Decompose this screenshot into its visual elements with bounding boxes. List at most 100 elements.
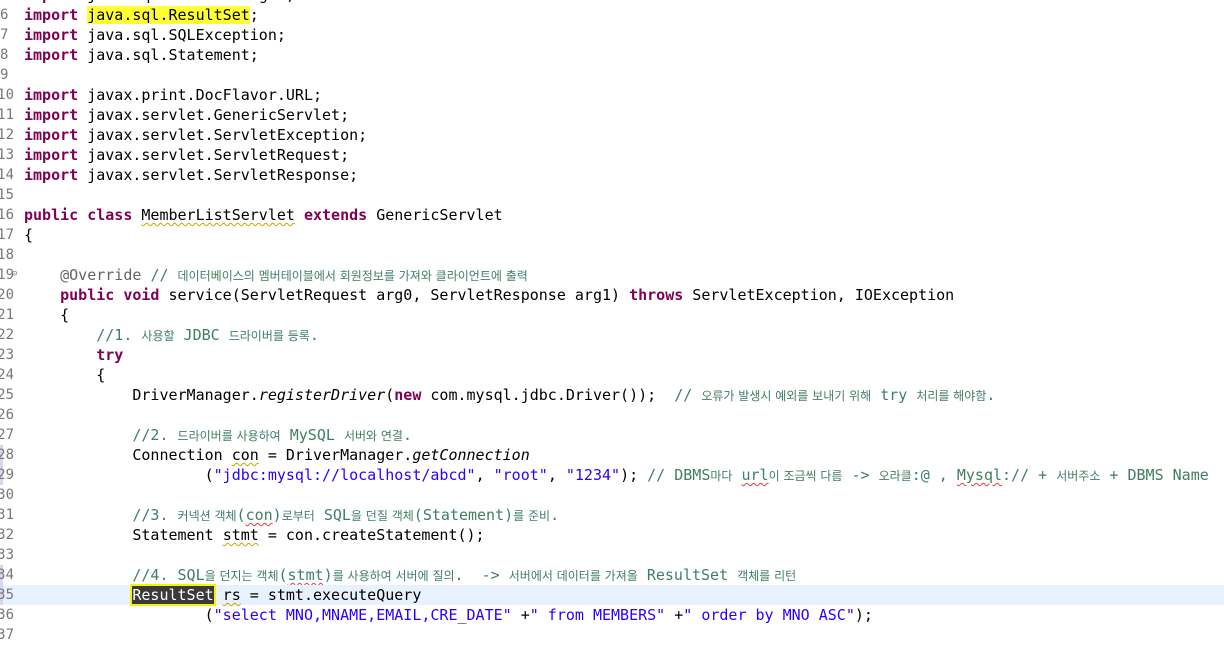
code-token: JDBC: [174, 326, 229, 344]
code-line[interactable]: 8 import java.sql.Statement;: [0, 45, 1224, 65]
code-line[interactable]: 24 {: [0, 365, 1224, 385]
code-line[interactable]: 13 import javax.servlet.ServletRequest;: [0, 145, 1224, 165]
code-token: stmt: [287, 566, 324, 584]
code-text: //3. 커넥션 객체(con)로부터 SQL을 던질 객체(Statement…: [24, 505, 559, 526]
code-line[interactable]: 22 //1. 사용할 JDBC 드라이버를 등록.: [0, 325, 1224, 345]
code-token: ResultSet: [132, 586, 214, 604]
code-token: + DBMS Name: [1100, 466, 1209, 484]
code-line[interactable]: 36 ("select MNO,MNAME,EMAIL,CRE_DATE" +"…: [0, 605, 1224, 625]
code-text: //2. 드라이버를 사용하여 MySQL 서버와 연결.: [24, 425, 412, 446]
code-token: "root": [493, 466, 548, 484]
code-line[interactable]: 28 Connection con = DriverManager.getCon…: [0, 445, 1224, 465]
line-number: 21: [0, 307, 14, 323]
code-token: ->: [842, 466, 879, 484]
code-line[interactable]: 18: [0, 245, 1224, 265]
code-text: try: [24, 345, 123, 365]
code-token: throws: [629, 286, 684, 304]
line-number: 22: [0, 327, 14, 343]
code-line[interactable]: 7 import java.sql.SQLException;: [0, 25, 1224, 45]
line-number: 23: [0, 347, 14, 363]
line-number: 8: [0, 47, 9, 63]
code-line[interactable]: 6 import java.sql.ResultSet;: [0, 5, 1224, 25]
code-line[interactable]: 33: [0, 545, 1224, 565]
code-token: try: [871, 386, 917, 404]
code-line[interactable]: 16 public class MemberListServlet extends…: [0, 205, 1224, 225]
code-token: 오라클: [878, 469, 912, 483]
code-token: service(ServletRequest arg0, ServletResp…: [159, 286, 630, 304]
code-token: con: [245, 506, 273, 524]
code-token: import: [24, 26, 79, 44]
code-token: import: [24, 6, 79, 24]
code-token: import: [24, 146, 79, 164]
line-number: 17: [0, 227, 14, 243]
code-token: registerDriver: [258, 386, 386, 404]
code-text: ("select MNO,MNAME,EMAIL,CRE_DATE" +" fr…: [24, 605, 873, 625]
line-number: 12: [0, 127, 14, 143]
code-text: {: [24, 305, 69, 325]
code-token: {: [24, 306, 70, 324]
code-line[interactable]: 14 import javax.servlet.ServletResponse;: [0, 165, 1224, 185]
code-token: (: [236, 506, 246, 524]
line-number: 34: [0, 567, 14, 583]
code-token: = con.createStatement();: [258, 526, 485, 544]
line-number: 6: [0, 7, 9, 23]
code-token: import: [24, 166, 79, 184]
code-token: 이 조금씩 다름: [768, 469, 843, 483]
code-line[interactable]: 26: [0, 405, 1224, 425]
code-line[interactable]: 32 Statement stmt = con.createStatement(…: [0, 525, 1224, 545]
code-token: com.mysql.jdbc.Driver());: [421, 386, 675, 404]
code-line[interactable]: 10 import javax.print.DocFlavor.URL;: [0, 85, 1224, 105]
code-line[interactable]: 9: [0, 65, 1224, 85]
code-token: stmt: [222, 526, 259, 544]
code-text: import java.sql.ResultSet;: [24, 5, 259, 25]
code-token: public class: [24, 206, 133, 224]
code-token: java.sql.ResultSet: [87, 6, 250, 24]
fold-toggle-icon[interactable]: ⊝: [12, 269, 17, 279]
code-line[interactable]: 37: [0, 625, 1224, 645]
code-line[interactable]: 23 try: [0, 345, 1224, 365]
code-token: Mysql: [956, 466, 1003, 484]
code-line[interactable]: 27 //2. 드라이버를 사용하여 MySQL 서버와 연결.: [0, 425, 1224, 445]
code-token: 처리를 해야함: [916, 389, 987, 403]
line-number: 29: [0, 467, 14, 483]
code-line[interactable]: 34 //4. SQL을 던지는 객체(stmt)를 사용하여 서버에 질의. …: [0, 565, 1224, 585]
code-token: );: [854, 606, 873, 624]
code-line[interactable]: 19 ⊝ @Override // 데이터베이스의 멤버테이블에서 회원정보를 가…: [0, 265, 1224, 285]
code-token: "jdbc:mysql://localhost/abcd": [213, 466, 476, 484]
code-line[interactable]: 30: [0, 485, 1224, 505]
line-number: 9: [0, 67, 9, 83]
code-line[interactable]: 31 //3. 커넥션 객체(con)로부터 SQL을 던질 객체(Statem…: [0, 505, 1224, 525]
code-line[interactable]: 20 public void service(ServletRequest ar…: [0, 285, 1224, 305]
code-token: (: [24, 466, 214, 484]
code-token: import: [24, 126, 79, 144]
code-token: (: [278, 566, 288, 584]
code-line[interactable]: 17 {: [0, 225, 1224, 245]
code-line[interactable]: 35 ResultSet rs = stmt.executeQuery: [0, 585, 1224, 605]
code-token: Statement: [24, 526, 223, 544]
code-line[interactable]: 25 DriverManager.registerDriver(new com.…: [0, 385, 1224, 405]
code-token: SQL: [314, 506, 351, 524]
code-token: 로부터: [281, 509, 315, 523]
code-token: .: [309, 326, 319, 344]
code-token: getConnection: [412, 446, 530, 464]
code-line[interactable]: 15: [0, 185, 1224, 205]
line-number: 33: [0, 547, 14, 563]
code-token: ,: [547, 466, 566, 484]
code-token: MySQL: [280, 426, 344, 444]
code-text: import java.sql.Statement;: [24, 45, 259, 65]
code-text: DriverManager.registerDriver(new com.mys…: [24, 385, 995, 406]
code-line[interactable]: 21 {: [0, 305, 1224, 325]
code-token: import: [24, 86, 79, 104]
code-text: ("jdbc:mysql://localhost/abcd", "root", …: [24, 465, 1209, 486]
code-token: DriverManager.: [24, 386, 259, 404]
code-token: ServletException, IOException: [683, 286, 955, 304]
code-token: ResultSet: [637, 566, 738, 584]
code-token: . ->: [454, 566, 509, 584]
code-line[interactable]: 29 ("jdbc:mysql://localhost/abcd", "root…: [0, 465, 1224, 485]
code-line[interactable]: 12 import javax.servlet.ServletException;: [0, 125, 1224, 145]
line-number: 11: [0, 107, 14, 123]
code-editor[interactable]: 5import java.sql.DriverManager;6import j…: [0, 0, 1224, 645]
code-token: 를 준비: [513, 509, 551, 523]
code-line[interactable]: 11 import javax.servlet.GenericServlet;: [0, 105, 1224, 125]
